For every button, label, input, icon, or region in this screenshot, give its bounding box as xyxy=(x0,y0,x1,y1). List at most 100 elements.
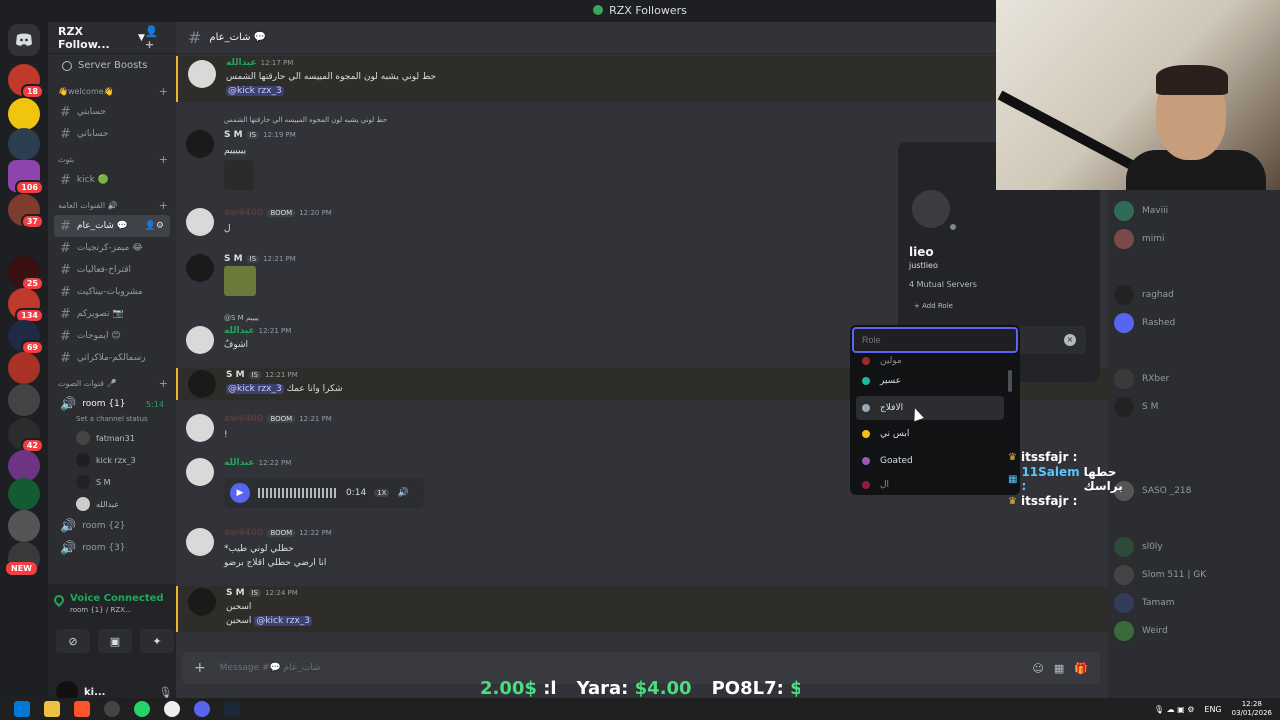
gift-icon[interactable]: 🎁 xyxy=(1074,662,1088,675)
channel-item[interactable]: # تصويركم 📷 xyxy=(54,303,170,325)
server-icon[interactable]: 42 xyxy=(8,418,44,453)
message-input[interactable]: Message #💬 شات_عام xyxy=(220,663,321,673)
role-scrollbar[interactable] xyxy=(1008,370,1012,392)
voice-channel-room3[interactable]: 🔊 room {3} xyxy=(54,537,170,559)
message[interactable]: aw6400 BOOM 12:22 PM *حطلي لوني طيب انا ار… xyxy=(176,526,1108,576)
discord-home-icon[interactable] xyxy=(8,24,40,56)
playback-speed[interactable]: 1X xyxy=(374,489,390,497)
steam-icon[interactable] xyxy=(224,701,240,717)
message-author[interactable]: عبدالله xyxy=(226,58,257,68)
camera-off-icon[interactable]: ⊘ xyxy=(56,629,90,653)
category-streams[interactable]: بثوث + xyxy=(48,145,176,169)
server-icon[interactable]: 18 xyxy=(8,64,44,99)
avatar[interactable] xyxy=(188,60,216,88)
category-voice[interactable]: قنوات الصوت 🎤 + xyxy=(48,369,176,393)
reply-preview[interactable]: @S M ييييم xyxy=(224,314,259,322)
channel-item[interactable]: # kick 🟢 xyxy=(54,169,170,191)
invite-icon[interactable]: 👤+ xyxy=(145,25,166,51)
message-author[interactable]: عبدالله xyxy=(224,458,255,468)
brave-browser-icon[interactable] xyxy=(74,701,90,717)
avatar[interactable] xyxy=(186,326,214,354)
add-channel-icon[interactable]: + xyxy=(159,377,168,390)
member-item[interactable]: raghad xyxy=(1114,284,1174,306)
voice-channel-room1[interactable]: 🔊 room {1} 5:14 xyxy=(54,393,170,415)
channel-item[interactable]: # رسمالكم-ملاكراتي xyxy=(54,347,170,369)
settings-icon[interactable]: 👤⚙ xyxy=(145,221,164,231)
obs-icon[interactable] xyxy=(164,701,180,717)
discord-icon[interactable] xyxy=(194,701,210,717)
play-icon[interactable]: ▶ xyxy=(230,483,250,503)
voice-channel-room2[interactable]: 🔊 room {2} xyxy=(54,515,170,537)
server-icon[interactable] xyxy=(8,510,40,542)
server-icon[interactable]: 134 xyxy=(8,288,44,323)
member-item[interactable]: RXber xyxy=(1114,368,1169,390)
message[interactable]: عبدالله 12:17 PM حط لوني يشبه لون المجوه … xyxy=(176,56,1108,102)
user-mention[interactable]: @kick rzx_3 xyxy=(254,616,313,626)
avatar[interactable] xyxy=(186,130,214,158)
voice-user[interactable]: fatman31 xyxy=(48,427,176,449)
member-item[interactable]: Slom 511 | GK xyxy=(1114,564,1206,586)
avatar[interactable] xyxy=(186,208,214,236)
message-author[interactable]: S M xyxy=(224,130,243,140)
role-option[interactable]: ال xyxy=(856,473,1004,497)
message-author[interactable]: aw6400 xyxy=(224,414,263,424)
channel-item[interactable]: # مشروبات-بيناكيت xyxy=(54,281,170,303)
voice-connected-label[interactable]: Voice Connected xyxy=(70,593,164,604)
avatar[interactable] xyxy=(186,528,214,556)
member-item[interactable]: Tamam xyxy=(1114,592,1175,614)
role-option[interactable]: ابس ني xyxy=(856,422,1004,446)
channel-item[interactable]: # ميمز-كرنجيات 😂 xyxy=(54,237,170,259)
voice-user[interactable]: kick rzx_3 xyxy=(48,449,176,471)
emoji-icon[interactable]: ☺ xyxy=(1032,662,1043,675)
member-item[interactable]: Maviii xyxy=(1114,200,1168,222)
member-item[interactable]: sl0ly xyxy=(1114,536,1163,558)
user-name[interactable]: ki... xyxy=(84,687,105,698)
language-indicator[interactable]: ENG xyxy=(1204,705,1221,714)
member-item[interactable]: mimi xyxy=(1114,228,1165,250)
whatsapp-icon[interactable] xyxy=(134,701,150,717)
server-icon[interactable] xyxy=(8,384,40,416)
member-item[interactable]: Rashed xyxy=(1114,312,1175,334)
channel-item[interactable]: # حسابتي xyxy=(54,101,170,123)
channel-item[interactable]: # حساباتي xyxy=(54,123,170,145)
message-author[interactable]: S M xyxy=(224,254,243,264)
message-author[interactable]: S M xyxy=(226,370,245,380)
server-icon[interactable]: 106 xyxy=(8,160,44,195)
app-icon[interactable] xyxy=(104,701,120,717)
role-option[interactable]: الافلاج xyxy=(856,396,1004,420)
channel-item-active[interactable]: # شات_عام 💬 👤⚙ xyxy=(54,215,170,237)
add-channel-icon[interactable]: + xyxy=(159,199,168,212)
server-boosts[interactable]: Server Boosts xyxy=(48,54,176,77)
activities-icon[interactable]: ✦ xyxy=(140,629,174,653)
channel-item[interactable]: # اقتراح-فعاليات xyxy=(54,259,170,281)
role-search-box[interactable]: × xyxy=(1018,326,1086,354)
server-header[interactable]: RZX Follow... ▼ 👤+ xyxy=(48,22,176,54)
user-mention[interactable]: @kick rzx_3 xyxy=(226,384,284,394)
volume-icon[interactable]: 🔊 xyxy=(397,488,408,498)
avatar[interactable] xyxy=(186,414,214,442)
add-channel-icon[interactable]: + xyxy=(159,153,168,166)
voice-user[interactable]: S M xyxy=(48,471,176,493)
server-icon[interactable]: 37 xyxy=(8,194,44,229)
voice-channel-status[interactable]: Set a channel status xyxy=(48,415,176,427)
member-item[interactable]: Weird xyxy=(1114,620,1168,642)
member-item[interactable]: S M xyxy=(1114,396,1158,418)
microphone-icon[interactable]: 🎙 xyxy=(158,686,172,699)
avatar[interactable] xyxy=(188,588,216,616)
role-option[interactable]: Goated xyxy=(856,449,1004,473)
reply-preview[interactable]: حط لوني يشبه لون المجوه المييسه الي حارق… xyxy=(224,116,387,124)
waveform[interactable] xyxy=(258,488,338,498)
message-author[interactable]: عبدالله xyxy=(224,326,255,336)
add-channel-icon[interactable]: + xyxy=(159,85,168,98)
clock[interactable]: 12:28 03/01/2026 xyxy=(1232,700,1272,718)
file-explorer-icon[interactable] xyxy=(44,701,60,717)
server-icon[interactable]: 69 xyxy=(8,320,44,355)
server-icon[interactable] xyxy=(8,98,40,130)
windows-start-icon[interactable] xyxy=(14,701,30,717)
category-welcome[interactable]: 👋welcome👋 + xyxy=(48,77,176,101)
avatar[interactable] xyxy=(186,254,214,282)
voice-connected-channel[interactable]: room {1} / RZX... xyxy=(70,606,132,614)
server-icon[interactable] xyxy=(8,226,40,258)
role-option[interactable]: عسير xyxy=(856,369,1004,393)
server-icon[interactable] xyxy=(8,128,40,160)
